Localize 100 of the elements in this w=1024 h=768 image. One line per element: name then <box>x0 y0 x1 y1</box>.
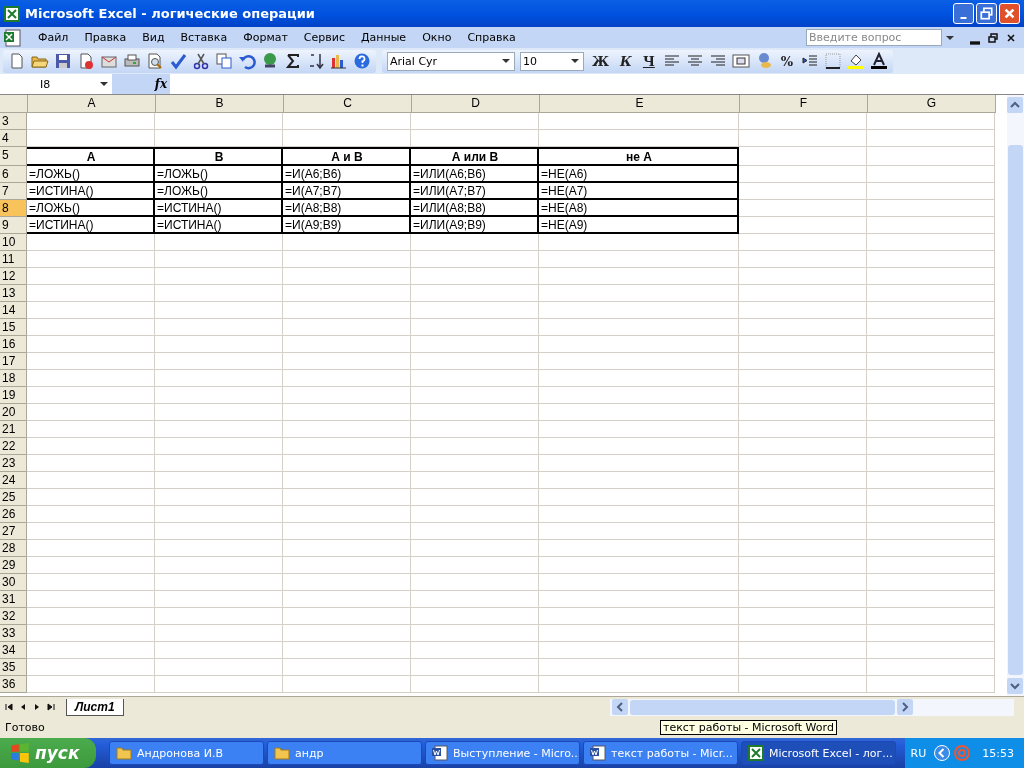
row-header[interactable]: 24 <box>0 472 27 489</box>
row-header[interactable]: 7 <box>0 183 27 200</box>
menu-item[interactable]: Сервис <box>295 31 353 44</box>
last-sheet-icon[interactable] <box>46 702 56 712</box>
row-header[interactable]: 4 <box>0 130 27 147</box>
menu-item[interactable]: Вставка <box>172 31 236 44</box>
row-header[interactable]: 36 <box>0 676 27 693</box>
menu-item[interactable]: Вид <box>134 31 173 44</box>
row-header[interactable]: 15 <box>0 319 27 336</box>
row-header[interactable]: 33 <box>0 625 27 642</box>
taskbar-button[interactable]: андр <box>267 741 422 765</box>
close-icon[interactable] <box>1006 32 1016 43</box>
menu-item[interactable]: Формат <box>235 31 296 44</box>
new-document-icon[interactable] <box>8 52 26 70</box>
row-header[interactable]: 34 <box>0 642 27 659</box>
table-cell: =НЕ(A9) <box>539 217 739 234</box>
column-header[interactable]: E <box>540 95 740 113</box>
row-header[interactable]: 17 <box>0 353 27 370</box>
sort-icon[interactable] <box>307 52 325 70</box>
chart-icon[interactable] <box>330 52 348 70</box>
print-icon[interactable] <box>123 52 141 70</box>
row-header[interactable]: 11 <box>0 251 27 268</box>
row-header[interactable]: 26 <box>0 506 27 523</box>
table-cell: =ИЛИ(A6;B6) <box>411 166 539 183</box>
scroll-right-icon[interactable] <box>897 699 913 715</box>
italic-button[interactable]: К <box>617 53 635 69</box>
insert-function-button[interactable]: fx <box>112 74 170 94</box>
scroll-up-icon[interactable] <box>1007 97 1023 113</box>
row-header[interactable]: 23 <box>0 455 27 472</box>
undo-icon[interactable] <box>238 52 256 70</box>
permission-icon[interactable] <box>77 52 95 70</box>
bold-button[interactable]: Ж <box>589 53 613 69</box>
row-header[interactable]: 16 <box>0 336 27 353</box>
hyperlink-icon[interactable] <box>261 52 279 70</box>
taskbar-button[interactable]: текст работы - Micr... <box>583 741 738 765</box>
row-header[interactable]: 27 <box>0 523 27 540</box>
row-header[interactable]: 19 <box>0 387 27 404</box>
help-icon[interactable] <box>353 52 371 70</box>
taskbar-button[interactable]: Выступление - Micro... <box>425 741 580 765</box>
fill-color-icon[interactable] <box>847 52 866 70</box>
menu-item[interactable]: Окно <box>414 31 460 44</box>
restore-button[interactable] <box>976 3 997 24</box>
column-header[interactable]: G <box>868 95 996 113</box>
row-header[interactable]: 6 <box>0 166 27 183</box>
row-header[interactable]: 31 <box>0 591 27 608</box>
row-header[interactable]: 18 <box>0 370 27 387</box>
menu-item[interactable]: Правка <box>76 31 135 44</box>
table-cell: =ИСТИНА() <box>155 200 283 217</box>
row-header[interactable]: 32 <box>0 608 27 625</box>
row-header[interactable]: 5 <box>0 147 27 166</box>
row-header[interactable]: 21 <box>0 421 27 438</box>
close-button[interactable] <box>999 3 1020 24</box>
cut-icon[interactable] <box>192 52 210 70</box>
column-header[interactable]: F <box>740 95 868 113</box>
table-cell: =ИЛИ(A9;B9) <box>411 217 539 234</box>
column-header[interactable]: D <box>412 95 540 113</box>
merge-center-icon[interactable] <box>731 52 750 70</box>
save-icon[interactable] <box>54 52 72 70</box>
restore-icon[interactable] <box>988 32 998 43</box>
sum-icon[interactable] <box>284 52 302 70</box>
font-size-field[interactable]: 10 <box>520 51 584 71</box>
spelling-icon[interactable] <box>169 52 187 70</box>
vertical-scrollbar[interactable] <box>1007 95 1024 696</box>
row-header[interactable]: 9 <box>0 217 27 234</box>
help-search-field[interactable]: Введите вопрос <box>806 29 942 46</box>
scroll-down-icon[interactable] <box>1007 678 1023 694</box>
font-field[interactable]: Arial Cyr <box>387 51 515 71</box>
menu-item[interactable]: Справка <box>459 31 524 44</box>
print-preview-icon[interactable] <box>146 52 164 70</box>
row-header[interactable]: 12 <box>0 268 27 285</box>
underline-button[interactable]: Ч <box>639 53 658 69</box>
horizontal-scrollbar[interactable] <box>610 698 1014 716</box>
row-header[interactable]: 20 <box>0 404 27 421</box>
row-header[interactable]: 14 <box>0 302 27 319</box>
borders-icon[interactable] <box>824 52 843 70</box>
row-header[interactable]: 25 <box>0 489 27 506</box>
scroll-left-icon[interactable] <box>612 699 628 715</box>
column-header[interactable]: C <box>284 95 412 113</box>
copy-icon[interactable] <box>215 52 233 70</box>
font-color-icon[interactable] <box>870 52 889 70</box>
percent-button[interactable]: % <box>777 53 797 69</box>
row-header[interactable]: 29 <box>0 557 27 574</box>
row-header[interactable]: 30 <box>0 574 27 591</box>
taskbar-button[interactable]: Microsoft Excel - лог... <box>741 741 896 765</box>
row-header[interactable]: 28 <box>0 540 27 557</box>
chevron-left-icon[interactable] <box>934 745 951 761</box>
sheet-tab[interactable]: Лист1 <box>66 698 124 716</box>
first-sheet-icon[interactable] <box>4 702 14 712</box>
taskbar-button[interactable]: Андронова И.В <box>109 741 264 765</box>
menu-item[interactable]: Файл <box>30 31 77 44</box>
column-header[interactable]: A <box>28 95 156 113</box>
row-header[interactable]: 22 <box>0 438 27 455</box>
row-header[interactable]: 8 <box>0 200 27 217</box>
row-header[interactable]: 3 <box>0 113 27 130</box>
column-header[interactable]: B <box>156 95 284 113</box>
minimize-button[interactable] <box>953 3 974 24</box>
row-header[interactable]: 13 <box>0 285 27 302</box>
row-header[interactable]: 10 <box>0 234 27 251</box>
row-header[interactable]: 35 <box>0 659 27 676</box>
menu-item[interactable]: Данные <box>352 31 415 44</box>
